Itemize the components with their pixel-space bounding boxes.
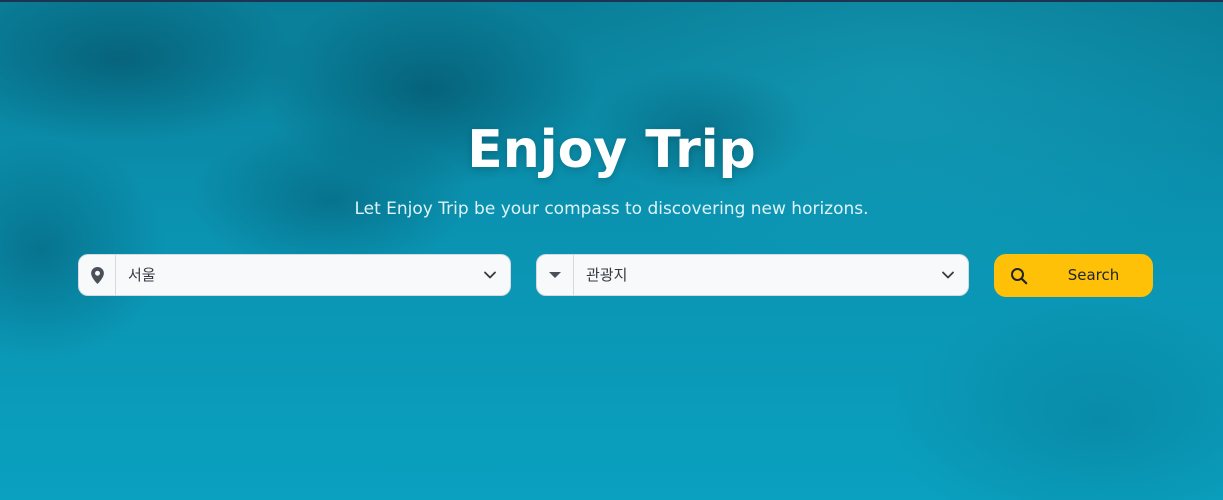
category-select-value: 관광지: [586, 266, 628, 284]
chevron-down-icon: [484, 271, 496, 279]
page-subtitle: Let Enjoy Trip be your compass to discov…: [354, 199, 869, 219]
search-icon: [1011, 268, 1028, 285]
top-bar: [0, 0, 1223, 2]
hero-banner: Enjoy Trip Let Enjoy Trip be your compas…: [0, 0, 1223, 500]
region-select-value: 서울: [128, 266, 156, 284]
chevron-down-icon: [942, 271, 954, 279]
caret-down-icon: [549, 272, 561, 278]
page-title: Enjoy Trip: [467, 120, 756, 180]
region-select[interactable]: 서울: [78, 254, 511, 296]
search-button-label: Search: [1067, 266, 1120, 284]
region-select-icon-cell: [79, 255, 116, 295]
map-marker-icon: [90, 266, 104, 284]
search-button[interactable]: Search: [994, 254, 1153, 297]
category-select-icon-cell: [537, 255, 574, 295]
category-select[interactable]: 관광지: [536, 254, 969, 296]
